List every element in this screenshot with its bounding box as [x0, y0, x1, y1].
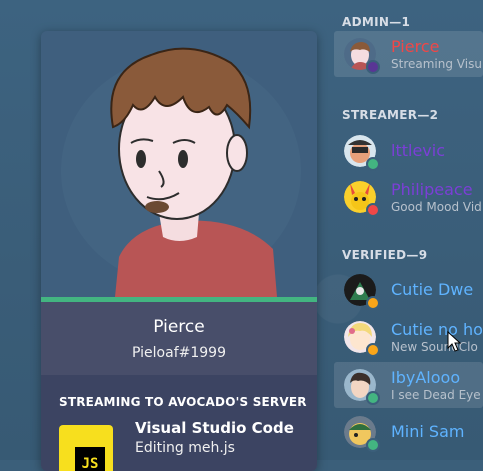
streaming-status-icon	[366, 60, 380, 74]
profile-header: Pierce Pieloaf#1999	[41, 302, 317, 375]
profile-discriminator: Pieloaf#1999	[132, 345, 226, 361]
dnd-status-icon	[366, 203, 380, 217]
js-icon: JS	[59, 425, 113, 471]
idle-status-icon	[366, 296, 380, 310]
member-name: Philipeace	[391, 180, 473, 199]
avatar-illustration	[61, 47, 301, 297]
member-name: Cutie no ho	[391, 320, 483, 339]
member-activity: Streaming Visu	[391, 57, 482, 71]
mouse-cursor-icon	[447, 331, 461, 352]
section-header-streamer: STREAMER—2	[342, 108, 439, 122]
online-status-icon	[366, 157, 380, 171]
member-activity: New SoundClo	[391, 340, 478, 354]
member-activity: Good Mood Vid	[391, 200, 482, 214]
activity-header: STREAMING TO AVOCADO'S SERVER	[59, 395, 307, 409]
user-profile-popout: Pierce Pieloaf#1999 STREAMING TO AVOCADO…	[41, 31, 317, 471]
member-name: Mini Sam	[391, 422, 465, 441]
member-item-mini-sam[interactable]: Mini Sam	[334, 409, 483, 455]
activity-name: Visual Studio Code	[135, 419, 294, 437]
member-name: IbyAlooo	[391, 368, 461, 387]
idle-status-icon	[366, 343, 380, 357]
member-item-pierce[interactable]: Pierce Streaming Visu	[334, 31, 483, 77]
profile-avatar-art	[41, 31, 317, 297]
member-item-ibyalooo[interactable]: IbyAlooo I see Dead Eye	[334, 362, 483, 408]
activity-details: Editing meh.js	[135, 440, 235, 456]
member-item-cutie-dwe[interactable]: Cutie Dwe	[334, 267, 483, 313]
member-name: Pierce	[391, 37, 440, 56]
member-item-lttlevic[interactable]: lttlevic	[334, 128, 483, 174]
member-list: ADMIN—1 Pierce Streaming Visu STREAMER—2…	[334, 0, 483, 460]
online-status-icon	[366, 391, 380, 405]
profile-activity: STREAMING TO AVOCADO'S SERVER JS Visual …	[41, 375, 317, 471]
member-item-philipeace[interactable]: Philipeace Good Mood Vid	[334, 174, 483, 220]
profile-username: Pierce	[153, 317, 205, 337]
section-header-admin: ADMIN—1	[342, 15, 411, 29]
section-header-verified: VERIFIED—9	[342, 248, 428, 262]
member-activity: I see Dead Eye	[391, 388, 481, 402]
online-status-icon	[366, 438, 380, 452]
member-name: Cutie Dwe	[391, 280, 474, 299]
member-name: lttlevic	[391, 141, 445, 160]
